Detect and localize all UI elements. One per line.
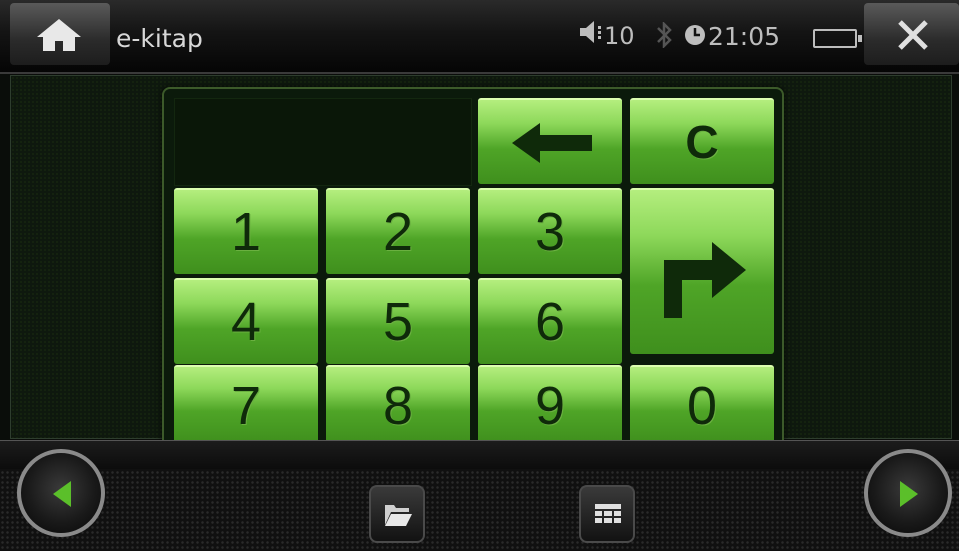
app-title: e-kitap (116, 24, 203, 53)
prev-icon (53, 481, 71, 507)
close-button[interactable] (864, 3, 959, 65)
key-6[interactable]: 6 (478, 278, 622, 364)
key-5[interactable]: 5 (326, 278, 470, 364)
status-bar: e-kitap 10 21:05 (0, 0, 959, 74)
key-8[interactable]: 8 (326, 365, 470, 443)
enter-button[interactable] (630, 188, 774, 354)
clock-icon (684, 24, 706, 54)
key-1[interactable]: 1 (174, 188, 318, 274)
folder-icon (385, 505, 412, 526)
next-icon (900, 481, 918, 507)
home-button[interactable] (10, 3, 110, 65)
backspace-arrow-icon (512, 123, 592, 163)
volume-level: 10 (604, 22, 635, 50)
open-folder-button[interactable] (369, 485, 425, 543)
number-display (174, 98, 472, 186)
close-icon (898, 20, 928, 50)
clear-button[interactable]: C (630, 98, 774, 184)
bottom-divider (0, 440, 959, 469)
clock-time: 21:05 (708, 22, 781, 51)
home-icon (37, 19, 81, 51)
key-2[interactable]: 2 (326, 188, 470, 274)
backspace-button[interactable] (478, 98, 622, 184)
keypad-toggle-button[interactable] (579, 485, 635, 543)
grid-icon (595, 504, 621, 523)
key-4[interactable]: 4 (174, 278, 318, 364)
enter-arrow-icon (664, 242, 746, 318)
next-button[interactable] (864, 449, 952, 537)
bluetooth-icon (652, 20, 676, 52)
key-9[interactable]: 9 (478, 365, 622, 443)
key-7[interactable]: 7 (174, 365, 318, 443)
battery-icon (813, 29, 862, 48)
volume-icon (578, 18, 604, 48)
numeric-keypad: C 1 2 3 4 5 6 7 8 9 0 (162, 87, 784, 455)
key-0[interactable]: 0 (630, 365, 774, 443)
previous-button[interactable] (17, 449, 105, 537)
key-3[interactable]: 3 (478, 188, 622, 274)
